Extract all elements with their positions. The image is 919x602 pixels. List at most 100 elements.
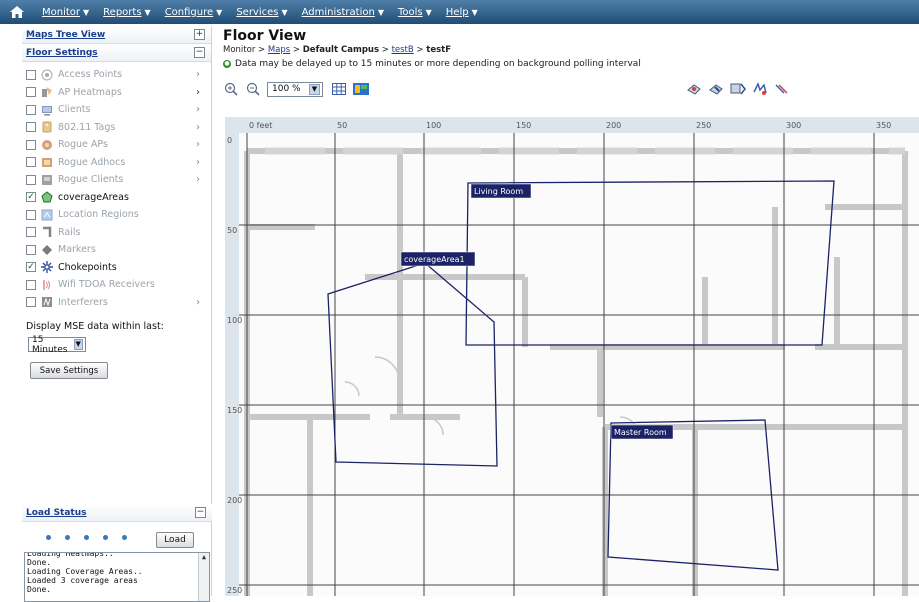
checkbox[interactable] <box>26 297 36 308</box>
chevron-right-icon[interactable]: › <box>196 297 200 308</box>
checkbox-checked[interactable]: ✓ <box>26 192 36 203</box>
zoom-in-icon[interactable] <box>223 81 239 97</box>
floor-map-canvas[interactable]: 0 feet 50 100 150 200 250 300 350 0 50 100 150 200 25… <box>225 117 919 596</box>
floor-map[interactable]: 0 feet 50 100 150 200 250 300 350 0 50 100 150 200 25… <box>225 117 919 596</box>
tag-icon <box>41 121 53 133</box>
grid-icon[interactable] <box>331 81 347 97</box>
rogue-ap-icon <box>41 139 53 151</box>
checkbox[interactable] <box>26 244 36 255</box>
checkbox[interactable] <box>26 209 36 220</box>
y-ruler-label: 50 <box>227 226 237 235</box>
checkbox[interactable] <box>26 69 36 80</box>
caret-down-icon: ▼ <box>83 7 90 17</box>
layer-row-802-11-tags[interactable]: 802.11 Tags › <box>26 119 211 137</box>
floor-settings-link[interactable]: Floor Settings <box>26 48 98 58</box>
collapse-icon[interactable]: − <box>194 47 205 58</box>
breadcrumb: Monitor > Maps > Default Campus > testB … <box>223 45 452 55</box>
progress-dot <box>65 534 70 540</box>
menu-tools[interactable]: Tools ▼ <box>398 7 432 18</box>
checkbox[interactable] <box>26 174 36 185</box>
x-ruler-label: 150 <box>516 121 531 130</box>
layer-row-rogue-clients[interactable]: Rogue Clients › <box>26 171 211 189</box>
access-point-icon <box>41 69 53 81</box>
x-ruler-label: 0 feet <box>249 121 272 130</box>
checkbox[interactable] <box>26 122 36 133</box>
mse-time-select[interactable]: 15 Minutes ▼ <box>28 335 86 355</box>
zoom-out-icon[interactable] <box>245 81 261 97</box>
chevron-right-icon[interactable]: › <box>196 69 200 80</box>
layer-row-clients[interactable]: Clients › <box>26 101 211 119</box>
y-ruler-label: 0 <box>227 136 232 145</box>
layer-row-location-regions[interactable]: Location Regions <box>26 206 211 224</box>
checkbox[interactable] <box>26 104 36 115</box>
coverage-area-label[interactable]: Living Room <box>474 187 523 196</box>
rogue-client-icon <box>41 174 53 186</box>
caret-down-icon: ▼ <box>216 7 223 17</box>
info-icon: ● <box>223 60 231 68</box>
checkbox[interactable] <box>26 279 36 290</box>
checkbox[interactable] <box>26 139 36 150</box>
layer-row-interferers[interactable]: Interferers › <box>26 294 211 312</box>
checkbox[interactable] <box>26 157 36 168</box>
chevron-right-icon[interactable]: › <box>196 87 200 98</box>
breadcrumb-monitor: Monitor <box>223 45 256 55</box>
layer-row-rails[interactable]: Rails <box>26 224 211 242</box>
layer-row-access-points[interactable]: Access Points › <box>26 66 211 84</box>
edit-area-icon[interactable] <box>708 81 724 97</box>
collapse-icon[interactable]: − <box>195 507 206 518</box>
menu-services[interactable]: Services ▼ <box>236 7 287 18</box>
load-button[interactable]: Load <box>156 532 194 548</box>
marker-icon <box>41 244 53 256</box>
interferer-icon <box>41 296 53 308</box>
menu-reports[interactable]: Reports ▼ <box>103 7 151 18</box>
layer-row-rogue-aps[interactable]: Rogue APs › <box>26 136 211 154</box>
map-properties-icon[interactable] <box>353 81 369 97</box>
x-ruler-label: 350 <box>876 121 891 130</box>
menu-monitor[interactable]: Monitor ▼ <box>42 7 89 18</box>
chevron-right-icon[interactable]: › <box>196 104 200 115</box>
zoom-value: 100 % <box>272 84 301 94</box>
checkbox-checked[interactable]: ✓ <box>26 262 36 273</box>
draw-area-icon[interactable] <box>686 81 702 97</box>
scroll-up-icon[interactable]: ▲ <box>199 553 209 562</box>
breadcrumb-maps[interactable]: Maps <box>268 45 290 55</box>
load-log[interactable]: Loading Heatmaps.. Done. Loading Coverage … <box>24 552 210 602</box>
coverage-area-label[interactable]: Master Room <box>614 428 667 437</box>
menu-help[interactable]: Help ▼ <box>446 7 478 18</box>
maps-tree-view-header: Maps Tree View + <box>22 26 211 44</box>
home-icon[interactable] <box>6 0 28 24</box>
layer-row-coverageareas[interactable]: ✓ coverageAreas <box>26 189 211 207</box>
checkbox[interactable] <box>26 227 36 238</box>
menu-administration[interactable]: Administration ▼ <box>302 7 384 18</box>
rail-tool-icon[interactable] <box>774 81 790 97</box>
coverage-area-label[interactable]: coverageArea1 <box>404 255 465 264</box>
menu-configure[interactable]: Configure ▼ <box>165 7 223 18</box>
layer-row-rogue-adhocs[interactable]: Rogue Adhocs › <box>26 154 211 172</box>
chevron-right-icon[interactable]: › <box>196 174 200 185</box>
layer-row-chokepoints[interactable]: ✓ Chokepoints <box>26 259 211 277</box>
x-ruler-label: 200 <box>606 121 621 130</box>
map-toolbar: 100 % ▼ <box>223 78 919 100</box>
maps-tree-view-link[interactable]: Maps Tree View <box>26 30 105 40</box>
chokepoint-tool-icon[interactable] <box>730 81 746 97</box>
layer-row-ap-heatmaps[interactable]: AP Heatmaps › <box>26 84 211 102</box>
floor-settings-header: Floor Settings − <box>22 44 211 62</box>
caret-down-icon: ▼ <box>281 7 288 17</box>
layer-row-wifi-tdoa-receivers[interactable]: Wifi TDOA Receivers <box>26 276 211 294</box>
layer-label: Rails <box>58 226 81 238</box>
checkbox[interactable] <box>26 87 36 98</box>
inclusion-icon[interactable] <box>752 81 768 97</box>
expand-icon[interactable]: + <box>194 29 205 40</box>
chevron-right-icon[interactable]: › <box>196 122 200 133</box>
chevron-right-icon[interactable]: › <box>196 157 200 168</box>
layer-label: Rogue APs <box>58 139 108 151</box>
save-settings-button[interactable]: Save Settings <box>30 362 108 379</box>
layer-row-markers[interactable]: Markers <box>26 241 211 259</box>
chevron-right-icon[interactable]: › <box>196 139 200 150</box>
load-status-link[interactable]: Load Status <box>26 508 87 518</box>
layer-label: coverageAreas <box>58 191 129 203</box>
page-title: Floor View <box>223 28 307 44</box>
zoom-select[interactable]: 100 % ▼ <box>267 81 323 97</box>
log-scrollbar[interactable]: ▲ <box>198 553 209 601</box>
breadcrumb-building[interactable]: testB <box>392 45 414 55</box>
